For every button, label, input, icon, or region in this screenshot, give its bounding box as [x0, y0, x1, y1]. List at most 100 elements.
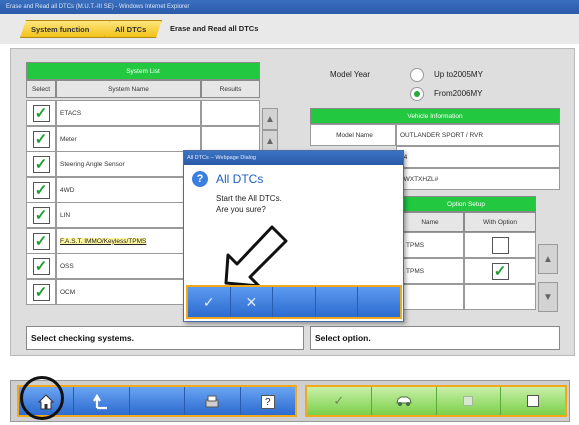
col-option-name: Name — [396, 212, 464, 232]
row-system-name: Meter — [56, 126, 201, 152]
dialog-message-line2: Are you sure? — [216, 205, 266, 214]
row-select-cell: ✓ — [26, 126, 56, 152]
row-system-name: ETACS — [56, 100, 201, 126]
row-system-name: OSS — [56, 253, 201, 279]
row-checkbox[interactable]: ✓ — [32, 181, 50, 199]
highlight-circle — [20, 376, 64, 420]
option-status-text: Select option. — [310, 326, 560, 350]
row-select-cell: ✓ — [26, 228, 56, 254]
row-checkbox[interactable]: ✓ — [32, 130, 50, 148]
help-icon: ? — [260, 395, 275, 409]
current-page-label: Erase and Read all DTCs — [170, 24, 259, 33]
col-system-name: System Name — [56, 80, 201, 98]
dialog-heading: All DTCs — [216, 172, 264, 186]
row-system-name: LIN — [56, 202, 201, 228]
row-select-cell: ✓ — [26, 177, 56, 203]
row-select-cell: ✓ — [26, 151, 56, 177]
row-system-name: F.A.S.T. IMMO/Keyless/TPMS — [56, 228, 201, 254]
row-result-cell — [201, 100, 260, 126]
dialog-button-bar: ✓ ✕ — [186, 285, 402, 319]
toolbar-select-button[interactable] — [501, 387, 565, 415]
row-system-name: Steering Angle Sensor — [56, 151, 201, 177]
row-select-cell: ✓ — [26, 253, 56, 279]
printer-icon — [205, 395, 219, 408]
system-name-text: Meter — [60, 135, 77, 143]
row-select-cell: ✓ — [26, 279, 56, 305]
system-list-header: System List — [26, 62, 260, 80]
row-select-cell: ✓ — [26, 100, 56, 126]
dialog-ok-button[interactable]: ✓ — [188, 287, 231, 317]
option-setup-header: Option Setup — [396, 196, 536, 212]
option-row-empty — [396, 284, 464, 310]
row-checkbox[interactable]: ✓ — [32, 283, 50, 301]
dialog-blank-button-3 — [358, 287, 400, 317]
option-row-checkbox-cell: ✓ — [464, 258, 536, 284]
row-system-name: 4WD — [56, 177, 201, 203]
row-checkbox[interactable]: ✓ — [32, 257, 50, 275]
dialog-blank-button-2 — [315, 287, 359, 317]
return-button[interactable] — [74, 387, 130, 415]
system-name-text: Steering Angle Sensor — [60, 160, 125, 168]
row-checkbox[interactable]: ✓ — [32, 206, 50, 224]
return-arrow-icon — [92, 393, 107, 410]
option-row-empty — [464, 284, 536, 310]
system-name-text: OCM — [60, 288, 76, 296]
dialog-message-line1: Start the All DTCs. — [216, 194, 282, 203]
car-icon — [395, 396, 412, 406]
radio-from-2006-label: From2006MY — [434, 89, 483, 98]
dialog-cancel-button[interactable]: ✕ — [230, 287, 274, 317]
row-system-name: OCM — [56, 279, 201, 305]
row-checkbox[interactable]: ✓ — [32, 155, 50, 173]
print-button[interactable] — [185, 387, 241, 415]
system-name-text: F.A.S.T. IMMO/Keyless/TPMS — [60, 237, 147, 245]
option-checkbox[interactable]: ✓ — [491, 262, 509, 280]
option-row-name: & TPMS — [396, 232, 464, 258]
vehicle-info-row2: 14 — [396, 146, 560, 168]
window-title: Erase and Read all DTCs (M.U.T.-III SE) … — [0, 0, 579, 14]
radio-up-to-2005[interactable] — [410, 68, 424, 82]
toolbar-group-actions: ✓ — [305, 385, 567, 417]
model-name-label: Model Name — [310, 124, 396, 146]
system-name-text: 4WD — [60, 186, 75, 194]
vehicle-info-row3: 2WXTXHZL# — [396, 168, 560, 190]
tab-bar: System function All DTCs Erase and Read … — [0, 14, 579, 44]
toolbar-disabled-button — [436, 387, 502, 415]
model-year-label: Model Year — [330, 70, 371, 79]
option-row-checkbox-cell — [464, 232, 536, 258]
tab-all-dtcs[interactable]: All DTCs — [104, 20, 162, 38]
row-select-cell: ✓ — [26, 202, 56, 228]
option-scroll-up-button[interactable]: ▲ — [538, 244, 558, 274]
row-checkbox[interactable]: ✓ — [32, 232, 50, 250]
bottom-toolbar: ? ✓ — [10, 380, 570, 422]
tab-system-function[interactable]: System function — [20, 20, 110, 38]
system-name-text: LIN — [60, 211, 71, 219]
option-scroll-down-button[interactable]: ▼ — [538, 282, 558, 312]
question-icon: ? — [192, 171, 208, 187]
checkbox-empty-icon — [527, 395, 540, 407]
model-name-value: OUTLANDER SPORT / RVR — [396, 124, 560, 146]
pointer-arrow-icon — [224, 225, 288, 287]
row-checkbox[interactable]: ✓ — [32, 104, 50, 122]
toolbar-check-button[interactable]: ✓ — [307, 387, 372, 415]
toolbar-blank-button-1 — [129, 387, 186, 415]
system-name-text: ETACS — [60, 109, 82, 117]
option-checkbox[interactable] — [491, 236, 509, 254]
help-button[interactable]: ? — [240, 387, 296, 415]
system-status-text: Select checking systems. — [26, 326, 304, 350]
row-result-cell — [201, 126, 260, 152]
scroll-up-fast-button[interactable]: ▲ — [262, 130, 278, 152]
col-results: Results — [201, 80, 260, 98]
option-row-name: & TPMS — [396, 258, 464, 284]
col-with-option: With Option — [464, 212, 536, 232]
radio-from-2006[interactable] — [410, 87, 424, 101]
system-name-text: OSS — [60, 262, 74, 270]
confirm-dialog: All DTCs -- Webpage Dialog ? All DTCs St… — [183, 150, 404, 322]
col-select: Select — [26, 80, 56, 98]
dialog-blank-button-1 — [273, 287, 316, 317]
dialog-title: All DTCs -- Webpage Dialog — [184, 151, 403, 165]
vehicle-info-header: Vehicle Information — [310, 108, 560, 124]
toolbar-car-button[interactable] — [371, 387, 437, 415]
checkbox-disabled-icon — [463, 396, 474, 406]
scroll-up-button[interactable]: ▲ — [262, 108, 278, 130]
radio-up-to-2005-label: Up to2005MY — [434, 70, 483, 79]
